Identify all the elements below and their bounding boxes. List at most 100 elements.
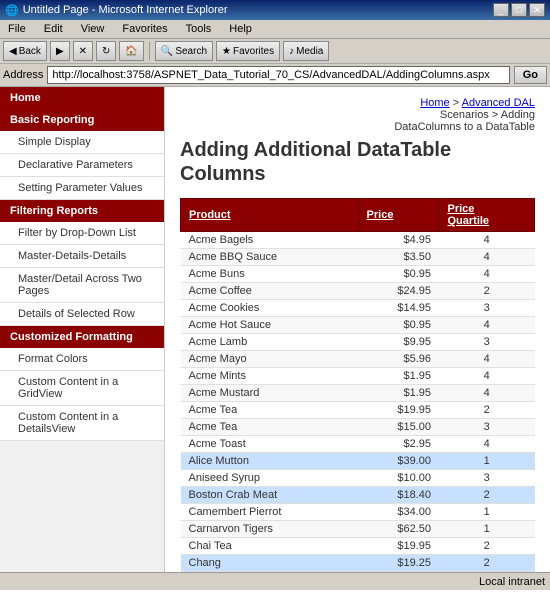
cell-price: $62.50 bbox=[358, 521, 439, 538]
search-icon: 🔍 bbox=[161, 46, 173, 57]
sidebar-header-customized-formatting: Customized Formatting bbox=[0, 326, 164, 348]
star-icon: ★ bbox=[222, 46, 231, 57]
table-row[interactable]: Acme Mints$1.954 bbox=[181, 368, 535, 385]
cell-price: $0.95 bbox=[358, 317, 439, 334]
sidebar-item-filter-dropdown[interactable]: Filter by Drop-Down List bbox=[0, 222, 164, 245]
sidebar-item-custom-content-gridview[interactable]: Custom Content in a GridView bbox=[0, 371, 164, 406]
cell-price: $14.95 bbox=[358, 300, 439, 317]
back-button[interactable]: ◀ Back bbox=[3, 41, 47, 61]
home-button[interactable]: 🏠 bbox=[119, 41, 143, 61]
title-bar-controls[interactable]: _ □ ✕ bbox=[493, 3, 545, 17]
table-row[interactable]: Acme Mustard$1.954 bbox=[181, 385, 535, 402]
table-row[interactable]: Acme Bagels$4.954 bbox=[181, 232, 535, 249]
cell-quartile: 4 bbox=[439, 232, 535, 249]
table-row[interactable]: Acme Buns$0.954 bbox=[181, 266, 535, 283]
table-row[interactable]: Acme Tea$15.003 bbox=[181, 419, 535, 436]
table-row[interactable]: Acme Lamb$9.953 bbox=[181, 334, 535, 351]
address-label: Address bbox=[3, 69, 43, 81]
cell-quartile: 4 bbox=[439, 385, 535, 402]
table-row[interactable]: Chartreuse verte$18.002 bbox=[181, 572, 535, 573]
breadcrumb-sep2: Scenarios > Adding bbox=[440, 109, 535, 121]
breadcrumb-section[interactable]: Advanced DAL bbox=[462, 97, 535, 109]
cell-product: Acme Bagels bbox=[181, 232, 359, 249]
sidebar-item-format-colors[interactable]: Format Colors bbox=[0, 348, 164, 371]
cell-price: $19.25 bbox=[358, 555, 439, 572]
table-row[interactable]: Acme Toast$2.954 bbox=[181, 436, 535, 453]
cell-price: $1.95 bbox=[358, 385, 439, 402]
cell-product: Acme Toast bbox=[181, 436, 359, 453]
refresh-button[interactable]: ↻ bbox=[96, 41, 116, 61]
sidebar-header-filtering-reports: Filtering Reports bbox=[0, 200, 164, 222]
table-row[interactable]: Acme BBQ Sauce$3.504 bbox=[181, 249, 535, 266]
cell-price: $1.95 bbox=[358, 368, 439, 385]
close-button[interactable]: ✕ bbox=[529, 3, 545, 17]
cell-product: Acme Tea bbox=[181, 419, 359, 436]
table-row[interactable]: Chang$19.252 bbox=[181, 555, 535, 572]
cell-quartile: 4 bbox=[439, 368, 535, 385]
menu-edit[interactable]: Edit bbox=[39, 21, 68, 37]
search-button[interactable]: 🔍 Search bbox=[155, 41, 213, 61]
table-row[interactable]: Acme Tea$19.952 bbox=[181, 402, 535, 419]
cell-product: Aniseed Syrup bbox=[181, 470, 359, 487]
cell-quartile: 2 bbox=[439, 572, 535, 573]
cell-price: $15.00 bbox=[358, 419, 439, 436]
col-header-price[interactable]: Price bbox=[358, 199, 439, 232]
sidebar-item-custom-content-detailsview[interactable]: Custom Content in a DetailsView bbox=[0, 406, 164, 441]
cell-quartile: 4 bbox=[439, 249, 535, 266]
table-row[interactable]: Acme Mayo$5.964 bbox=[181, 351, 535, 368]
cell-quartile: 1 bbox=[439, 453, 535, 470]
sidebar-item-setting-parameter-values[interactable]: Setting Parameter Values bbox=[0, 177, 164, 200]
cell-product: Acme Buns bbox=[181, 266, 359, 283]
cell-price: $0.95 bbox=[358, 266, 439, 283]
cell-product: Camembert Pierrot bbox=[181, 504, 359, 521]
maximize-button[interactable]: □ bbox=[511, 3, 527, 17]
media-button[interactable]: ♪ Media bbox=[283, 41, 329, 61]
cell-quartile: 1 bbox=[439, 504, 535, 521]
menu-view[interactable]: View bbox=[76, 21, 110, 37]
cell-product: Acme Cookies bbox=[181, 300, 359, 317]
window-title: Untitled Page - Microsoft Internet Explo… bbox=[23, 4, 228, 16]
cell-price: $39.00 bbox=[358, 453, 439, 470]
table-row[interactable]: Acme Hot Sauce$0.954 bbox=[181, 317, 535, 334]
cell-product: Acme BBQ Sauce bbox=[181, 249, 359, 266]
sidebar-item-declarative-parameters[interactable]: Declarative Parameters bbox=[0, 154, 164, 177]
forward-button[interactable]: ▶ bbox=[50, 41, 70, 61]
table-row[interactable]: Aniseed Syrup$10.003 bbox=[181, 470, 535, 487]
status-bar: Local intranet bbox=[0, 572, 550, 590]
sidebar-item-master-detail-two-pages[interactable]: Master/Detail Across Two Pages bbox=[0, 268, 164, 303]
table-row[interactable]: Acme Coffee$24.952 bbox=[181, 283, 535, 300]
cell-quartile: 2 bbox=[439, 283, 535, 300]
table-row[interactable]: Alice Mutton$39.001 bbox=[181, 453, 535, 470]
table-row[interactable]: Boston Crab Meat$18.402 bbox=[181, 487, 535, 504]
go-button[interactable]: Go bbox=[514, 66, 547, 84]
cell-price: $5.96 bbox=[358, 351, 439, 368]
breadcrumb-home[interactable]: Home bbox=[420, 97, 449, 109]
cell-quartile: 3 bbox=[439, 419, 535, 436]
cell-quartile: 4 bbox=[439, 317, 535, 334]
cell-product: Boston Crab Meat bbox=[181, 487, 359, 504]
sidebar-home[interactable]: Home bbox=[0, 87, 164, 109]
table-row[interactable]: Chai Tea$19.952 bbox=[181, 538, 535, 555]
forward-icon: ▶ bbox=[56, 46, 64, 57]
sidebar-item-details-selected-row[interactable]: Details of Selected Row bbox=[0, 303, 164, 326]
table-row[interactable]: Camembert Pierrot$34.001 bbox=[181, 504, 535, 521]
table-row[interactable]: Carnarvon Tigers$62.501 bbox=[181, 521, 535, 538]
stop-button[interactable]: ✕ bbox=[73, 41, 93, 61]
sidebar-item-simple-display[interactable]: Simple Display bbox=[0, 131, 164, 154]
address-input[interactable] bbox=[47, 66, 509, 84]
cell-price: $18.00 bbox=[358, 572, 439, 573]
favorites-button[interactable]: ★ Favorites bbox=[216, 41, 280, 61]
menu-tools[interactable]: Tools bbox=[181, 21, 217, 37]
cell-product: Chang bbox=[181, 555, 359, 572]
menu-favorites[interactable]: Favorites bbox=[117, 21, 172, 37]
sidebar-item-master-details-details[interactable]: Master-Details-Details bbox=[0, 245, 164, 268]
table-row[interactable]: Acme Cookies$14.953 bbox=[181, 300, 535, 317]
col-header-quartile[interactable]: PriceQuartile bbox=[439, 199, 535, 232]
minimize-button[interactable]: _ bbox=[493, 3, 509, 17]
back-label: Back bbox=[19, 46, 41, 57]
cell-price: $2.95 bbox=[358, 436, 439, 453]
col-header-product[interactable]: Product bbox=[181, 199, 359, 232]
search-label: Search bbox=[175, 46, 207, 57]
menu-help[interactable]: Help bbox=[224, 21, 257, 37]
menu-file[interactable]: File bbox=[3, 21, 31, 37]
